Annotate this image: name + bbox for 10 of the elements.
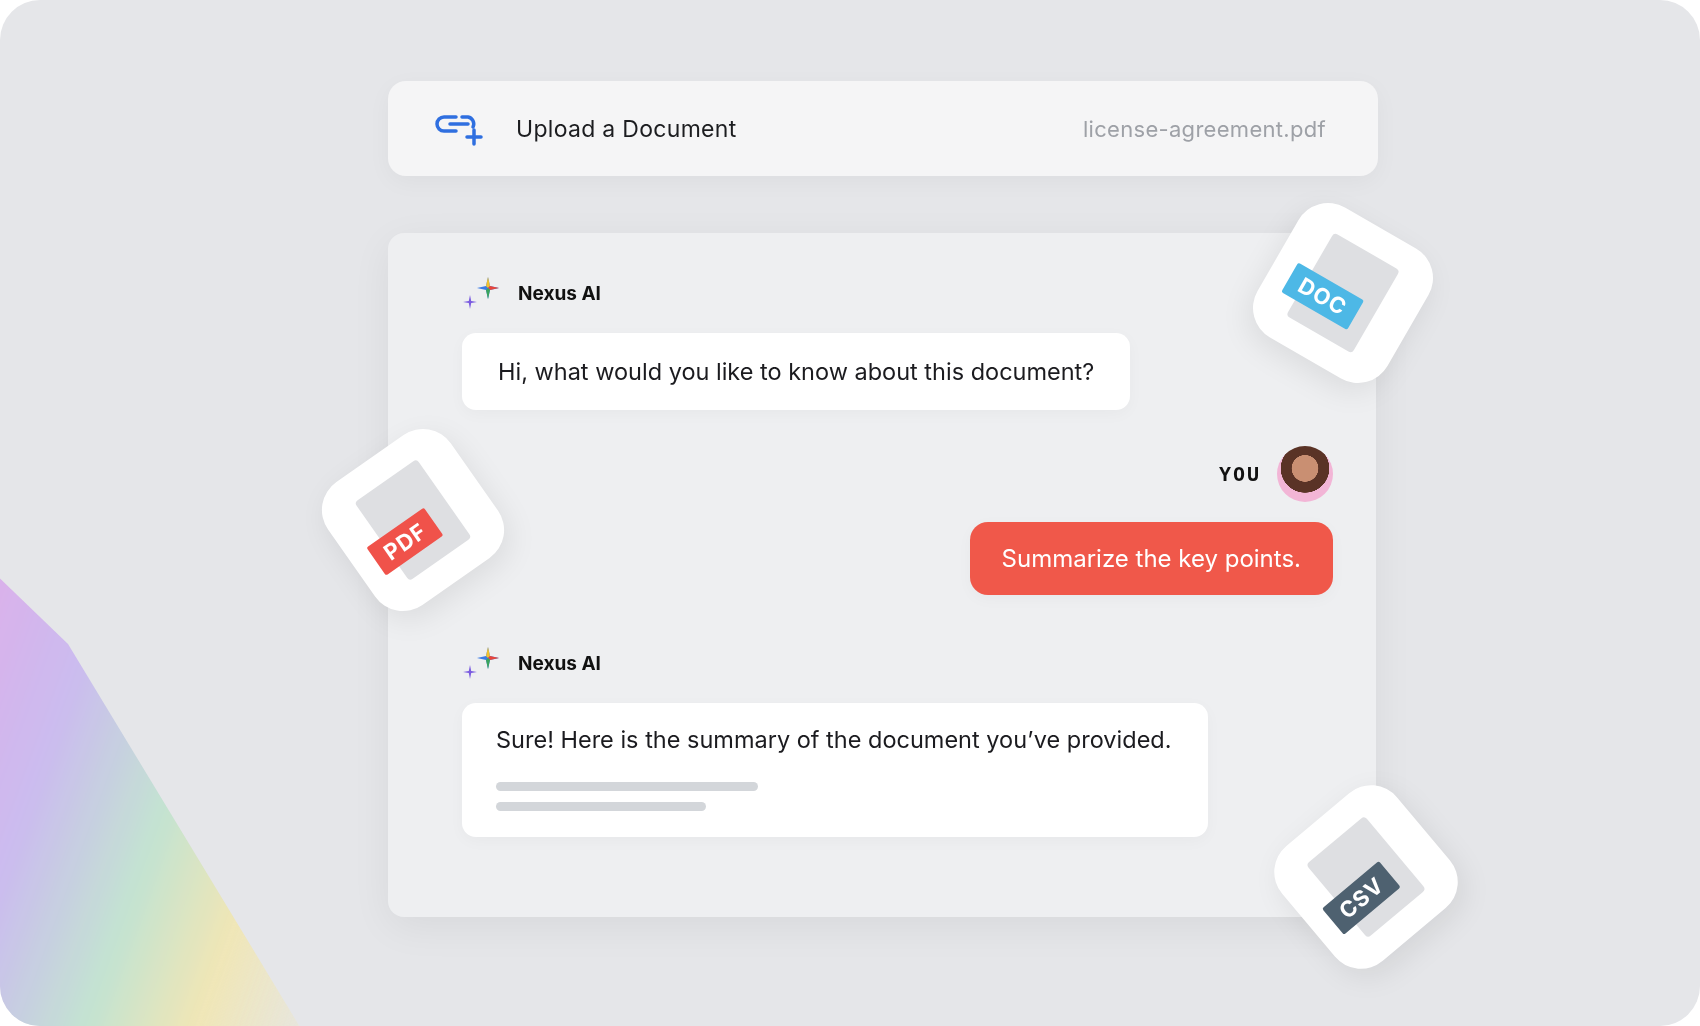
avatar <box>1277 446 1333 502</box>
upload-bar[interactable]: Upload a Document license-agreement.pdf <box>388 81 1378 176</box>
ai-message: Sure! Here is the summary of the document you’ve provided. <box>462 703 1208 837</box>
sender-name: YOU <box>1218 462 1261 486</box>
sender-name: Nexus AI <box>518 281 601 305</box>
sender-name: Nexus AI <box>518 651 601 675</box>
user-message: Summarize the key points. <box>969 522 1333 595</box>
upload-label: Upload a Document <box>516 114 737 143</box>
file-name: license-agreement.pdf <box>1082 115 1326 142</box>
ai-message: Hi, what would you like to know about this document? <box>462 333 1131 410</box>
